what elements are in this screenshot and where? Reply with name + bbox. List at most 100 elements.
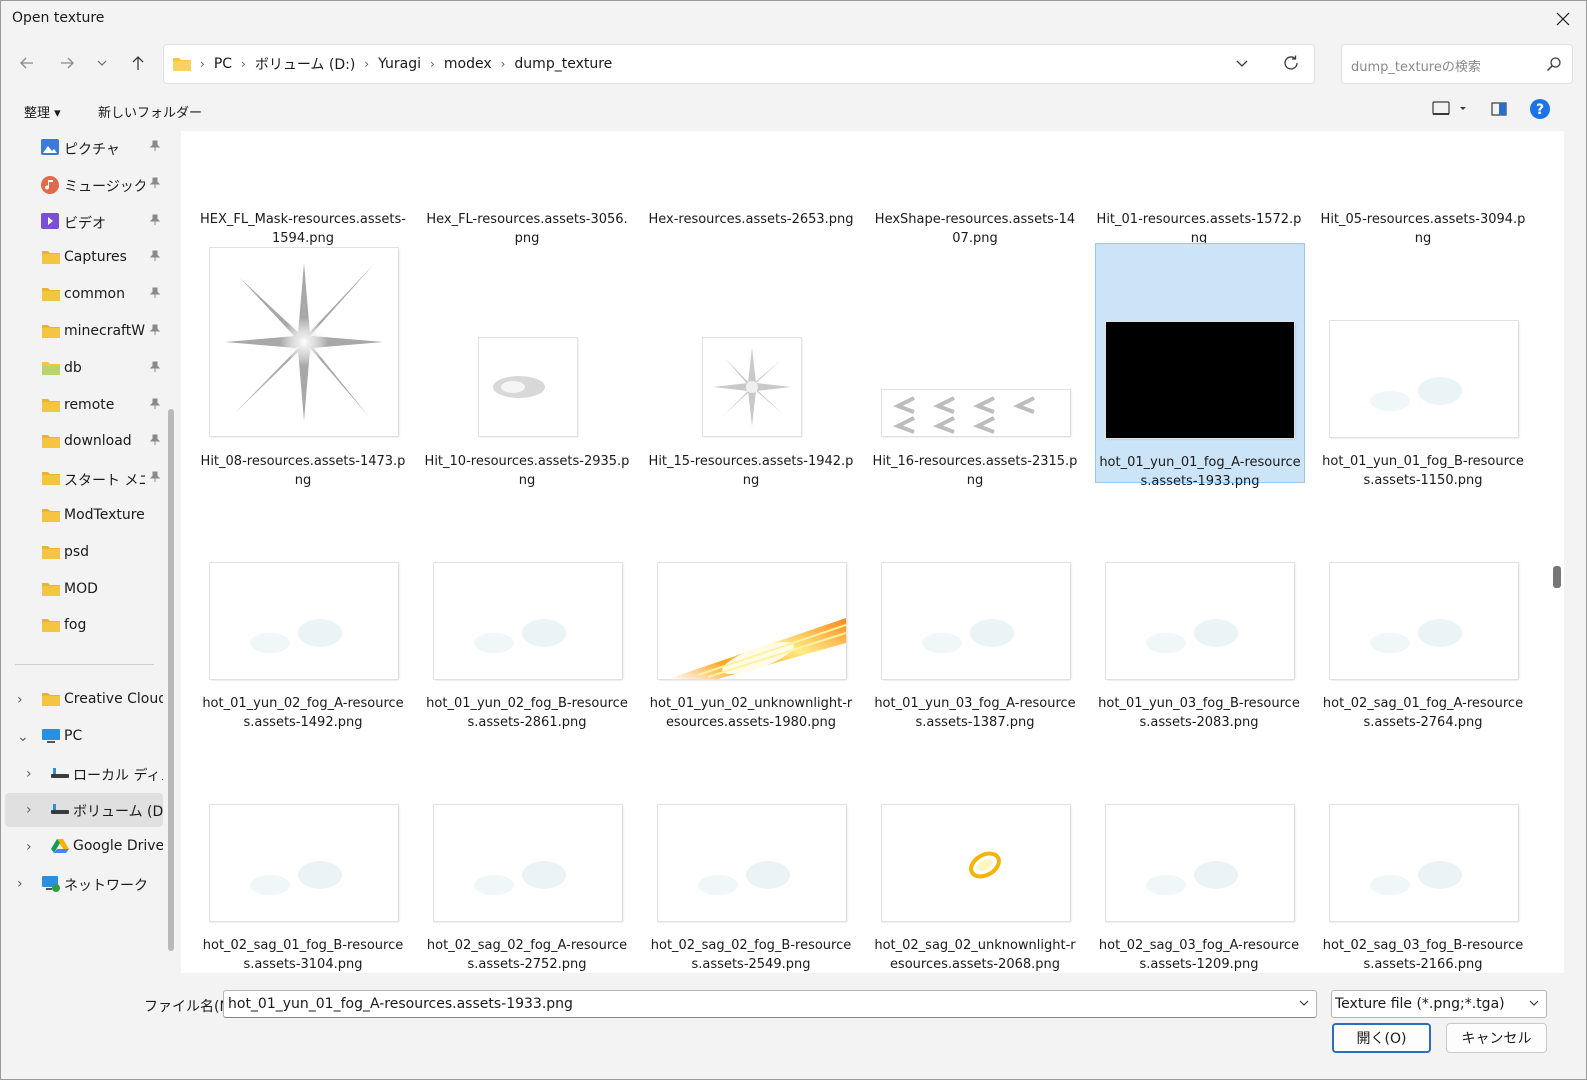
- sidebar-item[interactable]: remote: [5, 389, 163, 423]
- file-thumbnail: [1106, 322, 1294, 438]
- file-tile[interactable]: HEX_FL_Mask-resources.assets-1594.png: [199, 131, 409, 251]
- navigation-pane-scrollbar[interactable]: [168, 409, 174, 951]
- sidebar-item[interactable]: fog: [5, 609, 163, 643]
- view-options-icon[interactable]: [1431, 99, 1467, 123]
- sidebar-item[interactable]: Captures: [5, 241, 163, 275]
- sidebar-item[interactable]: ⌄ PC: [5, 720, 163, 754]
- file-tile[interactable]: hot_02_sag_02_fog_A-resources.assets-275…: [423, 727, 633, 972]
- organize-menu[interactable]: 整理 ▾: [24, 102, 61, 121]
- sidebar-item[interactable]: psd: [5, 536, 163, 570]
- file-tile[interactable]: hot_01_yun_03_fog_A-resources.assets-138…: [871, 485, 1081, 730]
- file-tile[interactable]: Hex_FL-resources.assets-3056.png: [423, 131, 633, 251]
- sidebar-item[interactable]: download: [5, 425, 163, 459]
- chevron-right-icon[interactable]: ›: [17, 876, 23, 892]
- file-tile[interactable]: hot_02_sag_02_fog_B-resources.assets-254…: [647, 727, 857, 972]
- pin-icon[interactable]: [149, 250, 161, 265]
- sidebar-item[interactable]: ピクチャ: [5, 131, 163, 165]
- file-tile[interactable]: hot_02_sag_03_fog_A-resources.assets-120…: [1095, 727, 1305, 972]
- chevron-right-icon[interactable]: ›: [26, 766, 32, 782]
- file-tile[interactable]: Hit_05-resources.assets-3094.png: [1319, 131, 1529, 251]
- search-input[interactable]: dump_textureの検索: [1351, 56, 1481, 75]
- file-tile[interactable]: hot_01_yun_03_fog_B-resources.assets-208…: [1095, 485, 1305, 730]
- breadcrumb-item[interactable]: PC: [214, 56, 232, 72]
- file-thumbnail: [1106, 563, 1294, 679]
- chevron-right-icon[interactable]: ›: [26, 802, 32, 818]
- chevron-down-icon[interactable]: [1298, 997, 1310, 1013]
- new-folder-button[interactable]: 新しいフォルダー: [98, 102, 202, 121]
- address-dropdown-icon[interactable]: [1234, 55, 1250, 75]
- file-tile[interactable]: HexShape-resources.assets-1407.png: [871, 131, 1081, 251]
- file-tile[interactable]: Hit_10-resources.assets-2935.png: [423, 243, 633, 488]
- refresh-icon[interactable]: [1282, 54, 1300, 76]
- pin-icon[interactable]: [149, 324, 161, 339]
- file-tile[interactable]: hot_02_sag_03_fog_B-resources.assets-216…: [1319, 727, 1529, 972]
- pin-icon[interactable]: [149, 434, 161, 449]
- file-tile[interactable]: Hit_08-resources.assets-1473.png: [199, 243, 409, 488]
- chevron-right-icon[interactable]: ›: [26, 839, 32, 855]
- help-icon[interactable]: ?: [1529, 98, 1551, 124]
- pin-icon[interactable]: [149, 140, 161, 155]
- sidebar-item[interactable]: スタート メニュー: [5, 462, 163, 496]
- drive-icon: [50, 765, 69, 781]
- filename-field[interactable]: hot_01_yun_01_fog_A-resources.assets-193…: [223, 990, 1317, 1018]
- sidebar-item[interactable]: common: [5, 278, 163, 312]
- filename-value[interactable]: hot_01_yun_01_fog_A-resources.assets-193…: [228, 996, 573, 1012]
- search-icon[interactable]: [1546, 56, 1562, 76]
- pin-icon[interactable]: [149, 398, 161, 413]
- pin-icon[interactable]: [149, 177, 161, 192]
- cancel-button[interactable]: キャンセル: [1446, 1023, 1547, 1053]
- up-arrow-icon[interactable]: [125, 50, 151, 76]
- sidebar-item[interactable]: › Google Drive (G:): [5, 830, 163, 864]
- file-name: hot_02_sag_02_unknownlight-resources.ass…: [874, 938, 1076, 972]
- pin-icon[interactable]: [149, 214, 161, 229]
- file-tile[interactable]: hot_02_sag_01_fog_B-resources.assets-310…: [199, 727, 409, 972]
- file-type-select[interactable]: Texture file (*.png;*.tga): [1331, 990, 1547, 1018]
- file-tile[interactable]: hot_01_yun_02_fog_B-resources.assets-286…: [423, 485, 633, 730]
- sidebar-item[interactable]: ミュージック: [5, 168, 163, 202]
- chevron-down-icon[interactable]: ⌄: [17, 729, 29, 745]
- pin-icon[interactable]: [149, 471, 161, 486]
- preview-pane-icon[interactable]: [1489, 99, 1509, 123]
- file-tile[interactable]: hot_01_yun_01_fog_A-resources.assets-193…: [1095, 243, 1305, 489]
- file-tile[interactable]: Hit_01-resources.assets-1572.png: [1095, 131, 1305, 251]
- sidebar-item[interactable]: ModTexture: [5, 499, 163, 533]
- pin-icon[interactable]: [149, 287, 161, 302]
- sidebar-item[interactable]: minecraftWorlds: [5, 315, 163, 349]
- file-grid-scrollbar[interactable]: [1553, 566, 1561, 588]
- sidebar-item[interactable]: › ネットワーク: [5, 867, 163, 901]
- file-thumbnail: [210, 805, 398, 921]
- recent-locations-chevron-icon[interactable]: [89, 50, 115, 76]
- sidebar-item[interactable]: MOD: [5, 573, 163, 607]
- back-arrow-icon[interactable]: [14, 50, 40, 76]
- file-tile[interactable]: Hex-resources.assets-2653.png: [647, 131, 857, 251]
- file-tile[interactable]: hot_01_yun_02_fog_A-resources.assets-149…: [199, 485, 409, 730]
- breadcrumb-item[interactable]: ボリューム (D:): [255, 54, 355, 74]
- pin-icon[interactable]: [149, 361, 161, 376]
- sidebar-item[interactable]: › Creative Cloud Files: [5, 683, 163, 717]
- breadcrumb-item[interactable]: modex: [444, 56, 492, 72]
- breadcrumb-item[interactable]: Yuragi: [378, 56, 421, 72]
- forward-arrow-icon[interactable]: [54, 50, 80, 76]
- search-box[interactable]: dump_textureの検索: [1341, 44, 1573, 84]
- file-tile[interactable]: hot_01_yun_01_fog_B-resources.assets-115…: [1319, 243, 1529, 488]
- sidebar-item-label: ピクチャ: [64, 142, 120, 158]
- chevron-right-icon[interactable]: ›: [17, 692, 23, 708]
- file-tile[interactable]: Hit_15-resources.assets-1942.png: [647, 243, 857, 488]
- file-tile[interactable]: hot_02_sag_01_fog_A-resources.assets-276…: [1319, 485, 1529, 730]
- file-tile[interactable]: hot_01_yun_02_unknownlight-resources.ass…: [647, 485, 857, 730]
- file-tile[interactable]: hot_02_sag_02_unknownlight-resources.ass…: [871, 727, 1081, 972]
- chevron-down-icon[interactable]: [1528, 997, 1540, 1013]
- open-button[interactable]: 開く(O): [1332, 1023, 1431, 1053]
- sidebar-item[interactable]: › ボリューム (D:): [5, 793, 163, 828]
- folder-icon: [41, 286, 60, 302]
- sidebar-item[interactable]: › ローカル ディスク (C:): [5, 757, 163, 791]
- sidebar-item[interactable]: ビデオ: [5, 205, 163, 239]
- address-bar[interactable]: › PC › ボリューム (D:) › Yuragi › modex › dum…: [163, 44, 1315, 84]
- file-tile[interactable]: Hit_16-resources.assets-2315.png: [871, 243, 1081, 488]
- close-icon[interactable]: [1540, 1, 1586, 37]
- file-name: hot_02_sag_02_fog_A-resources.assets-275…: [426, 938, 628, 972]
- breadcrumb-item[interactable]: dump_texture: [514, 56, 612, 72]
- sidebar-item[interactable]: db: [5, 352, 163, 386]
- file-thumbnail: [882, 390, 1070, 436]
- sidebar-item-label: common: [64, 286, 125, 303]
